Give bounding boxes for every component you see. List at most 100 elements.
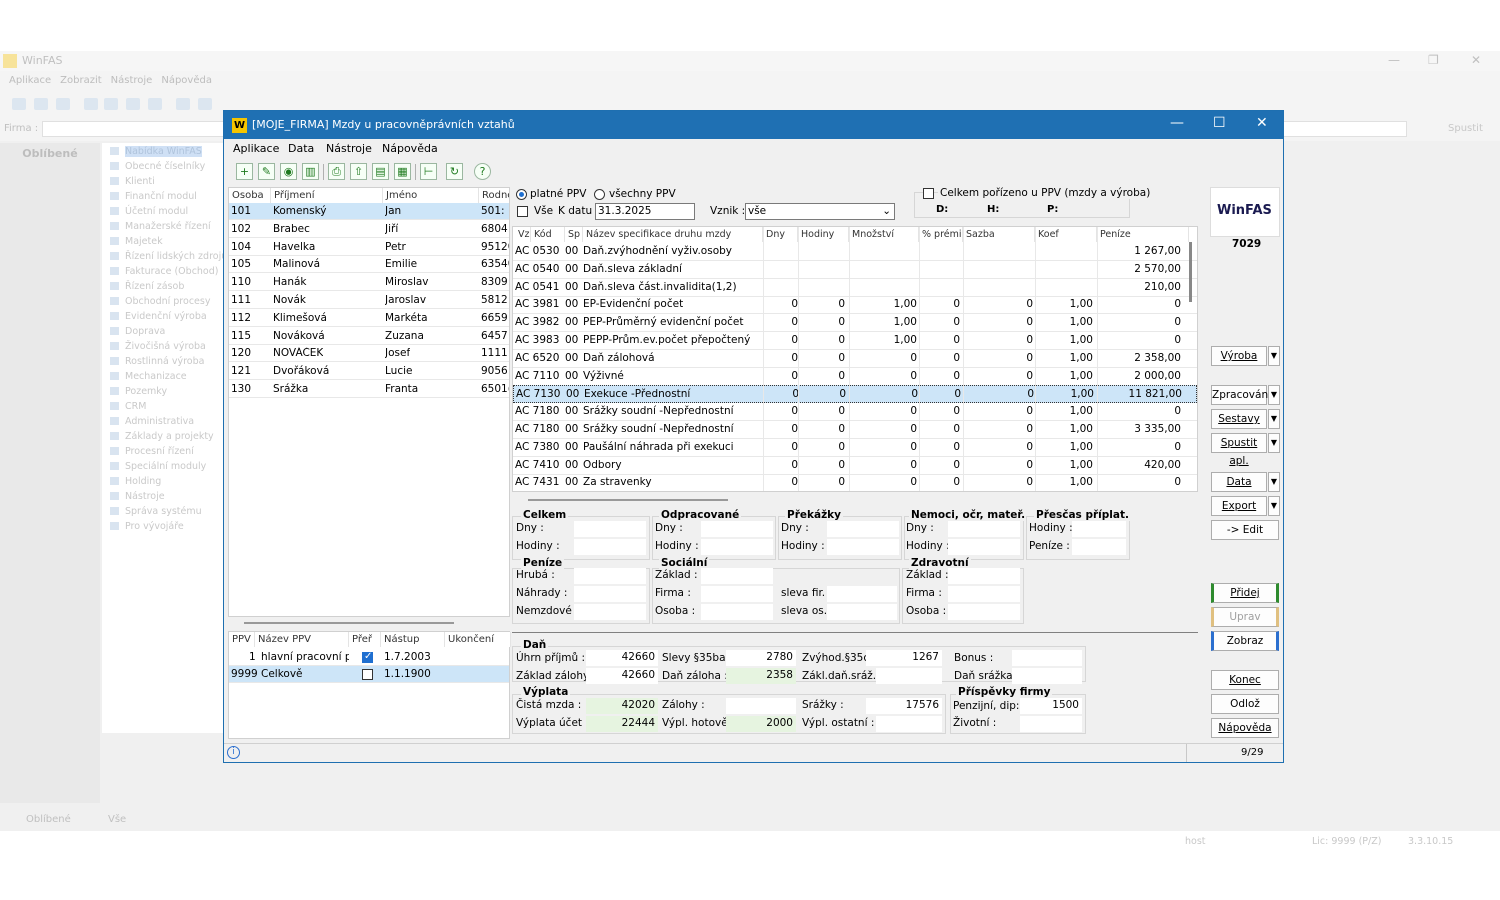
wage-col-header[interactable]: Sp <box>565 227 583 242</box>
tree-item[interactable]: Pro vývojáře <box>110 521 184 535</box>
person-row[interactable]: 102 Brabec Jiří 6804: <box>229 221 509 238</box>
person-row[interactable]: 120 NOVÁČEK Josef 1111: <box>229 345 509 363</box>
columns-icon[interactable]: ▦ <box>394 163 411 180</box>
person-row[interactable]: 110 Hanák Miroslav 8309: <box>229 274 509 292</box>
bg-tool-icon[interactable] <box>148 98 162 110</box>
spustit-apl-dropdown-icon[interactable]: ▼ <box>1268 433 1280 453</box>
uprav-button[interactable]: Uprav <box>1211 607 1279 627</box>
tab-oblibene[interactable]: Oblíbené <box>26 814 71 825</box>
tree-item[interactable]: Rostlinná výroba <box>110 356 204 370</box>
persons-hscrollbar[interactable] <box>244 622 454 624</box>
konec-button[interactable]: Konec <box>1211 670 1279 690</box>
tab-vse[interactable]: Vše <box>108 814 126 825</box>
tree-item[interactable]: Procesní řízení <box>110 446 194 460</box>
person-row[interactable]: 101 Komenský Jan 501: <box>229 203 509 220</box>
edit-icon[interactable]: ✎ <box>258 163 275 180</box>
wage-col-header[interactable]: Kód <box>531 227 565 242</box>
minimize-icon[interactable]: — <box>1388 53 1400 67</box>
edit-button[interactable]: -> Edit <box>1211 520 1279 540</box>
tree-item[interactable]: Obecné číselníky <box>110 161 205 175</box>
zpracovani-button[interactable]: Zpracování <box>1211 385 1271 405</box>
menu-nastroje[interactable]: Nástroje <box>326 142 372 155</box>
add-icon[interactable]: + <box>236 163 253 180</box>
wage-row[interactable]: AC 0541 00 Daň.sleva část.invalidita(1,2) 2… <box>513 279 1197 297</box>
napoveda-button[interactable]: Nápověda <box>1211 718 1279 738</box>
tree-item[interactable]: Administrativa <box>110 416 194 430</box>
tree-item[interactable]: Manažerské řízení <box>110 221 211 235</box>
bg-menu-nastroje[interactable]: Nástroje <box>111 75 153 86</box>
person-row[interactable]: 105 Malinová Emilie 63540 <box>229 256 509 274</box>
tree-item[interactable]: Živočišná výroba <box>110 341 206 355</box>
wage-row[interactable]: AC 3981 00 EP-Evidenční počet 0 0 1,00 0 0 1,00 0 <box>513 296 1197 315</box>
wage-row[interactable]: AC 7380 00 Paušální náhrada při exekuci 0 0 0… <box>513 439 1197 457</box>
tree-item[interactable]: Nástroje <box>110 491 165 505</box>
wage-col-header[interactable]: Hodiny <box>798 227 849 242</box>
wage-row[interactable]: AC 7180 00 Srážky soudní -Nepřednostní 0 0 0 0… <box>513 421 1197 439</box>
view-icon[interactable]: ◉ <box>280 163 297 180</box>
export-button[interactable]: Export <box>1211 496 1267 516</box>
minimize-icon[interactable]: — <box>1170 115 1184 131</box>
col-nastup[interactable]: Nástup <box>381 632 445 647</box>
platne-ppv-radio[interactable] <box>516 189 527 200</box>
tree-item[interactable]: Řízení lidských zdrojů <box>110 251 227 265</box>
tree-item[interactable]: Základy a projekty <box>110 431 214 445</box>
data-dropdown-icon[interactable]: ▼ <box>1268 472 1280 492</box>
bg-tool-icon[interactable] <box>84 98 98 110</box>
tree-item[interactable]: Klienti <box>110 176 155 190</box>
tree-item[interactable]: CRM <box>110 401 146 415</box>
odloz-button[interactable]: Odlož <box>1211 694 1279 714</box>
restore-icon[interactable]: ❐ <box>1428 53 1439 67</box>
wage-row[interactable]: AC 3983 00 PEPP-Prům.ev.počet přepočtený 0 0… <box>513 332 1197 350</box>
bg-tool-icon[interactable] <box>176 98 190 110</box>
wage-row[interactable]: AC 7431 00 Za stravenky 0 0 0 0 0 1,00 0 <box>513 474 1197 491</box>
tree-item[interactable]: Majetek <box>110 236 163 250</box>
export-icon[interactable]: ⇧ <box>350 163 367 180</box>
vznik-select[interactable]: vše ⌄ <box>745 203 895 220</box>
menu-napoveda[interactable]: Nápověda <box>382 142 438 155</box>
col-rodne[interactable]: Rodné <box>479 188 509 203</box>
person-row[interactable]: 115 Nováková Zuzana 6457 <box>229 328 509 345</box>
tree-item[interactable]: Fakturace (Obchod) <box>110 266 218 280</box>
maximize-icon[interactable]: ☐ <box>1213 115 1226 131</box>
close-icon[interactable]: ✕ <box>1256 115 1268 131</box>
tree-item[interactable]: Finanční modul <box>110 191 197 205</box>
print-icon[interactable]: ⎙ <box>328 163 345 180</box>
refresh-icon[interactable]: ↻ <box>446 163 463 180</box>
tree-item[interactable]: Řízení zásob <box>110 281 184 295</box>
bg-tool-icon[interactable] <box>34 98 48 110</box>
tree-item[interactable]: Obchodní procesy <box>110 296 210 310</box>
close-icon[interactable]: ✕ <box>1471 53 1481 67</box>
wage-items-table[interactable]: Vz Kód Sp Název specifikace druhu mzdy Dny Ho… <box>512 226 1198 492</box>
col-osoba[interactable]: Osoba <box>229 188 271 203</box>
col-ukonceni[interactable]: Ukončení <box>445 632 511 647</box>
sestavy-button[interactable]: Sestavy <box>1211 409 1267 429</box>
wage-row[interactable]: AC 7180 00 Srážky soudní -Nepřednostní 0 0 0 0… <box>513 403 1197 422</box>
person-row[interactable]: 112 Klimešová Markéta 6659: <box>229 310 509 327</box>
person-row[interactable]: 104 Havelka Petr 95120 <box>229 239 509 256</box>
bg-menu-zobrazit[interactable]: Zobrazit <box>60 75 102 86</box>
col-prijmeni[interactable]: Příjmení <box>271 188 383 203</box>
help-icon[interactable]: ? <box>474 163 491 180</box>
zobraz-button[interactable]: Zobraz <box>1211 631 1279 651</box>
tree-item[interactable]: Evidenční výroba <box>110 311 207 325</box>
zpracovani-dropdown-icon[interactable]: ▼ <box>1268 385 1280 405</box>
ppv-prerusen-checkbox[interactable] <box>362 651 373 663</box>
bg-tool-icon[interactable] <box>198 98 212 110</box>
pridej-button[interactable]: Přidej <box>1211 583 1279 603</box>
spustit-apl-button[interactable]: Spustit apl. <box>1211 433 1267 467</box>
bg-tool-icon[interactable] <box>104 98 118 110</box>
wage-row[interactable]: AC 0530 00 Daň.zvýhodnění vyživ.osoby 1 267… <box>513 243 1197 261</box>
wage-col-header[interactable]: Vz <box>515 227 531 242</box>
col-jmeno[interactable]: Jméno <box>383 188 479 203</box>
person-row[interactable]: 130 Srážka Franta 6501( <box>229 381 509 398</box>
export-dropdown-icon[interactable]: ▼ <box>1268 496 1280 516</box>
tree-item[interactable]: Speciální moduly <box>110 461 206 475</box>
sestavy-dropdown-icon[interactable]: ▼ <box>1268 409 1280 429</box>
ppv-row[interactable]: 1 hlavní pracovní pc 1.7.2003 <box>229 649 509 666</box>
bg-menu-napoveda[interactable]: Nápověda <box>161 75 212 86</box>
bg-menu-aplikace[interactable]: Aplikace <box>9 75 51 86</box>
celkem-porizeno-checkbox[interactable] <box>923 188 934 199</box>
spustit-button[interactable]: Spustit <box>1448 123 1483 134</box>
delete-icon[interactable]: ▥ <box>302 163 319 180</box>
wage-row[interactable]: AC 7130 00 Exekuce -Přednostní 0 0 0 0 0 1,00 11 … <box>513 385 1197 404</box>
